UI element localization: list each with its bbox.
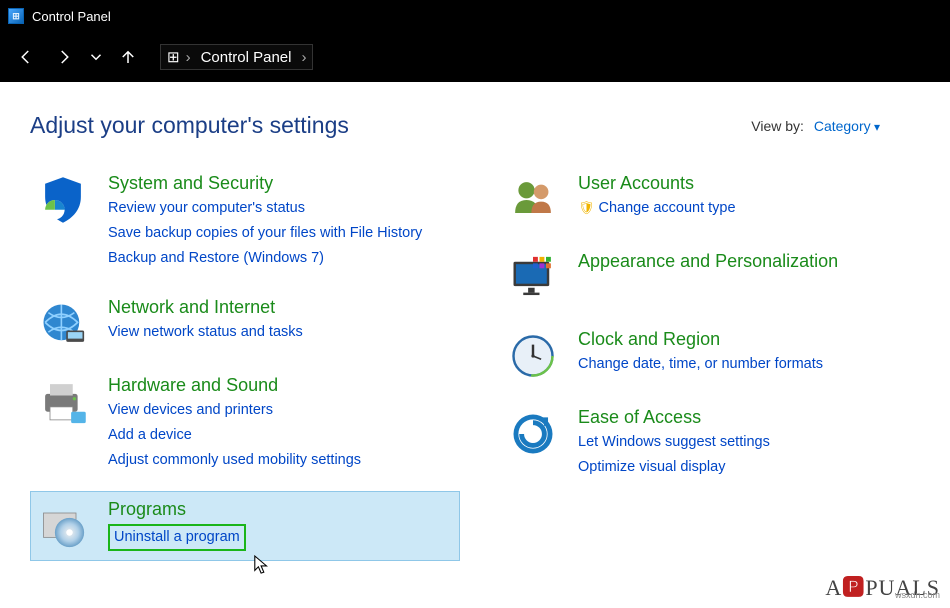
category-appearance: Appearance and Personalization [500, 243, 930, 313]
window-title: Control Panel [32, 9, 111, 24]
highlight-box: Uninstall a program [108, 524, 246, 551]
right-column: User Accounts Change account type [500, 165, 930, 569]
logo-icon: 🅿 [842, 575, 865, 600]
control-panel-icon: ⊞ [167, 48, 180, 66]
category-programs: Programs Uninstall a program [30, 491, 460, 561]
category-title[interactable]: System and Security [108, 173, 422, 194]
back-button[interactable] [10, 41, 42, 73]
category-title[interactable]: Clock and Region [578, 329, 823, 350]
category-user-accounts: User Accounts Change account type [500, 165, 930, 235]
view-by-dropdown[interactable]: Category [814, 118, 880, 134]
chevron-right-icon[interactable]: › [186, 49, 191, 66]
category-system-security: System and Security Review your computer… [30, 165, 460, 281]
task-link[interactable]: Change account type [578, 198, 736, 219]
chevron-right-icon[interactable]: › [301, 49, 306, 66]
category-title[interactable]: Network and Internet [108, 297, 303, 318]
task-link[interactable]: View devices and printers [108, 400, 361, 421]
ease-of-access-icon [506, 407, 560, 461]
titlebar: ⊞ Control Panel [0, 0, 950, 32]
category-title[interactable]: Programs [108, 499, 246, 520]
globe-icon [36, 297, 90, 351]
left-column: System and Security Review your computer… [30, 165, 460, 569]
task-link[interactable]: View network status and tasks [108, 322, 303, 343]
task-link[interactable]: Let Windows suggest settings [578, 432, 770, 453]
task-link[interactable]: Save backup copies of your files with Fi… [108, 223, 422, 244]
control-panel-icon: ⊞ [8, 8, 24, 24]
task-link[interactable]: Adjust commonly used mobility settings [108, 450, 361, 471]
category-title[interactable]: Ease of Access [578, 407, 770, 428]
page-heading: Adjust your computer's settings [30, 112, 349, 139]
task-link[interactable]: Backup and Restore (Windows 7) [108, 248, 422, 269]
users-icon [506, 173, 560, 227]
content-area: Adjust your computer's settings View by:… [0, 82, 950, 569]
category-hardware-sound: Hardware and Sound View devices and prin… [30, 367, 460, 483]
navbar: ⊞ › Control Panel › [0, 32, 950, 82]
address-bar[interactable]: ⊞ › Control Panel › [160, 44, 313, 70]
shield-icon [36, 173, 90, 227]
up-button[interactable] [112, 41, 144, 73]
recent-locations-button[interactable] [86, 41, 106, 73]
category-network-internet: Network and Internet View network status… [30, 289, 460, 359]
mouse-cursor-icon [253, 554, 271, 576]
clock-icon [506, 329, 560, 383]
task-link[interactable]: Review your computer's status [108, 198, 422, 219]
disc-icon [36, 499, 90, 553]
category-title[interactable]: Hardware and Sound [108, 375, 361, 396]
category-clock-region: Clock and Region Change date, time, or n… [500, 321, 930, 391]
monitor-icon [506, 251, 560, 305]
printer-icon [36, 375, 90, 429]
category-title[interactable]: User Accounts [578, 173, 736, 194]
task-link[interactable]: Optimize visual display [578, 457, 770, 478]
task-link[interactable]: Add a device [108, 425, 361, 446]
view-by-label: View by: [751, 118, 804, 134]
category-title[interactable]: Appearance and Personalization [578, 251, 838, 272]
category-ease-of-access: Ease of Access Let Windows suggest setti… [500, 399, 930, 490]
view-by: View by: Category [751, 118, 880, 134]
forward-button[interactable] [48, 41, 80, 73]
breadcrumb-root[interactable]: Control Panel [197, 49, 296, 66]
source-label: wsxdn.com [895, 590, 940, 600]
task-link-uninstall[interactable]: Uninstall a program [114, 527, 240, 548]
task-link[interactable]: Change date, time, or number formats [578, 354, 823, 375]
